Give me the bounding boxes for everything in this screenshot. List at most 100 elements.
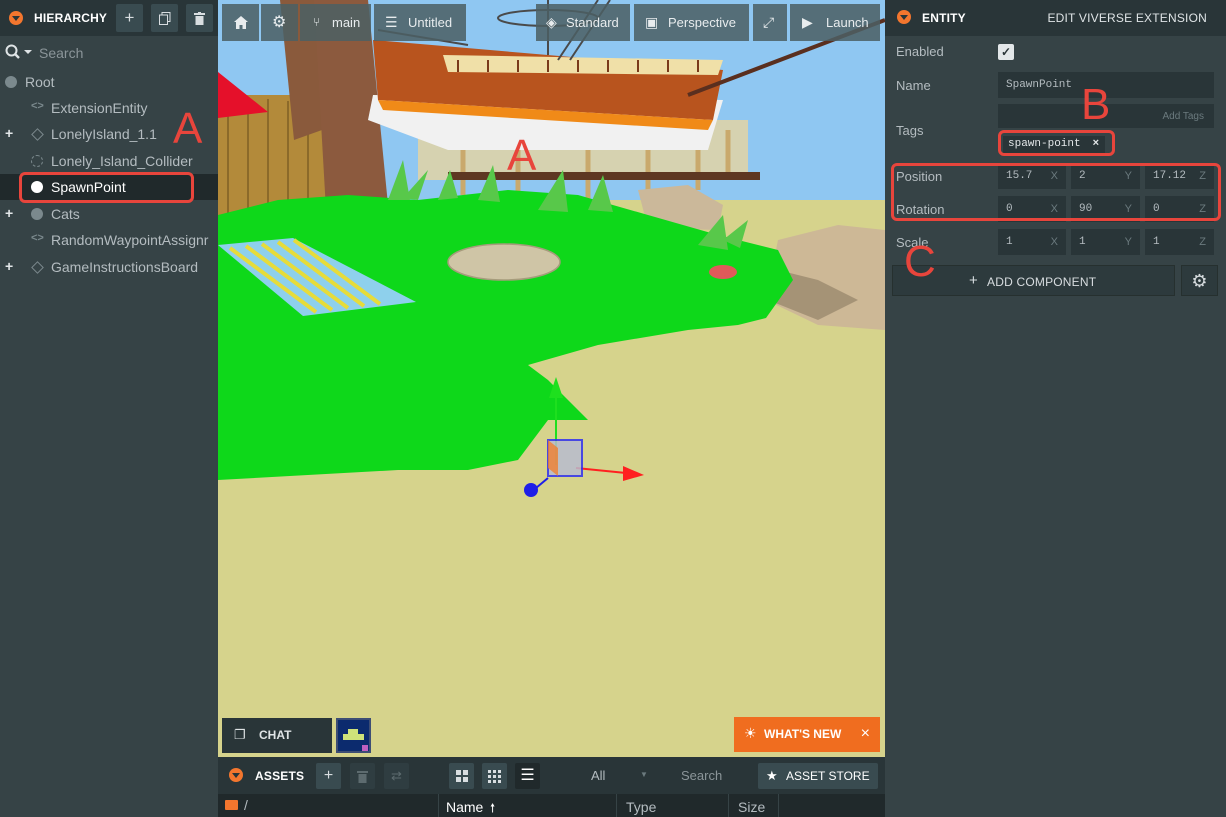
assets-header: ASSETS + ⇄ ☰ All ▼ Search ★ ASSET STORE <box>218 757 885 794</box>
asset-search-input[interactable]: Search <box>681 768 722 783</box>
settings-button[interactable]: ⚙ <box>261 4 298 41</box>
duplicate-icon <box>158 12 170 25</box>
plus-icon: + <box>969 272 978 289</box>
tree-item-label: LonelyIsland_1.1 <box>51 126 157 142</box>
tree-item-label: Lonely_Island_Collider <box>51 153 193 169</box>
small-grid-view-button[interactable] <box>482 763 507 789</box>
delete-entity-button[interactable] <box>186 4 213 32</box>
chevron-down-icon: ▼ <box>640 770 648 779</box>
model-icon <box>31 261 44 274</box>
annotation-a-viewport: A <box>507 131 537 180</box>
entity-icon <box>31 208 43 220</box>
highlight-box-transform <box>891 163 1221 221</box>
branch-icon: ⑂ <box>313 15 321 29</box>
hierarchy-title: HIERARCHY <box>34 11 108 25</box>
tree-item-gameinstructions[interactable]: + GameInstructionsBoard <box>0 254 218 280</box>
asset-type-filter[interactable]: All ▼ <box>582 763 657 789</box>
launch-label: Launch <box>826 15 869 30</box>
camera-icon: ▣ <box>645 14 659 30</box>
user-avatar[interactable] <box>336 718 371 753</box>
large-grid-view-button[interactable] <box>449 763 474 789</box>
enabled-label: Enabled <box>896 44 944 59</box>
fullscreen-button[interactable]: ⤢ <box>753 4 787 41</box>
duplicate-entity-button[interactable] <box>151 4 178 32</box>
sort-arrow-icon: 🠕 <box>490 801 496 815</box>
scale-x-value: 1 <box>1006 236 1013 248</box>
fullscreen-icon: ⤢ <box>763 14 775 30</box>
column-name[interactable]: Name <box>446 799 483 815</box>
script-icon: <> <box>31 232 44 244</box>
highlight-box-spawnpoint <box>19 172 194 203</box>
tree-item-randomwaypoint[interactable]: <> RandomWaypointAssignr <box>0 227 218 253</box>
panel-collapse-icon[interactable] <box>229 768 243 782</box>
add-entity-button[interactable]: + <box>116 4 143 32</box>
gear-icon: ⚙ <box>272 14 287 31</box>
lightbulb-icon: ☀ <box>744 725 757 741</box>
script-icon: <> <box>31 100 44 112</box>
tree-item-label: Root <box>25 74 55 90</box>
tree-item-label: ExtensionEntity <box>51 100 148 116</box>
search-input[interactable]: Search <box>39 45 83 61</box>
scene-render[interactable] <box>218 0 885 757</box>
search-icon <box>5 44 32 59</box>
scene-button[interactable]: ☰ Untitled <box>374 4 466 41</box>
entity-icon <box>5 76 17 88</box>
crab <box>709 265 737 279</box>
name-value: SpawnPoint <box>1006 79 1073 91</box>
name-label: Name <box>896 78 931 93</box>
camera-button[interactable]: ▣ Perspective <box>634 4 749 41</box>
scene-viewport[interactable]: ⚙ ⑂ main ☰ Untitled ◈ Standard ▣ Perspec… <box>218 0 885 757</box>
expand-icon[interactable]: + <box>5 205 13 221</box>
chat-label: CHAT <box>259 728 292 742</box>
branch-button[interactable]: ⑂ main <box>300 4 371 41</box>
tree-item-cats[interactable]: + Cats <box>0 201 218 227</box>
enabled-checkbox[interactable]: ✓ <box>998 44 1014 60</box>
folder-icon <box>225 800 238 810</box>
hierarchy-header: HIERARCHY + <box>0 0 218 36</box>
axis-z-label: Z <box>1199 236 1206 248</box>
tree-item-label: RandomWaypointAssignr <box>51 232 209 248</box>
asset-path[interactable]: / <box>244 797 248 813</box>
scale-y-field[interactable]: 1Y <box>1071 229 1140 255</box>
add-tags-placeholder: Add Tags <box>1162 111 1204 122</box>
render-mode-label: Standard <box>566 15 619 30</box>
model-icon <box>31 128 44 141</box>
chat-button[interactable]: ❐ CHAT <box>222 718 332 753</box>
annotation-c: C <box>904 237 936 286</box>
whats-new-label: WHAT'S NEW <box>764 727 842 741</box>
home-button[interactable] <box>222 4 259 41</box>
cube-icon: ◈ <box>546 14 557 30</box>
column-type[interactable]: Type <box>626 799 656 815</box>
panel-collapse-icon[interactable] <box>897 10 911 24</box>
component-settings-button[interactable]: ⚙ <box>1181 265 1218 296</box>
scale-x-field[interactable]: 1X <box>998 229 1066 255</box>
inspector-header: ENTITY EDIT VIVERSE EXTENSION <box>885 0 1226 36</box>
panel-collapse-icon[interactable] <box>9 11 23 25</box>
scale-z-field[interactable]: 1Z <box>1145 229 1214 255</box>
column-size[interactable]: Size <box>738 799 765 815</box>
collider-icon <box>31 155 43 167</box>
assets-column-header: / Name 🠕 Type Size <box>218 794 885 817</box>
hierarchy-search[interactable]: Search <box>0 38 218 68</box>
axis-y-label: Y <box>1124 236 1132 248</box>
edit-extension-link[interactable]: EDIT VIVERSE EXTENSION <box>1047 11 1207 25</box>
asset-store-button[interactable]: ★ ASSET STORE <box>758 763 878 789</box>
add-asset-button[interactable]: + <box>316 763 341 789</box>
expand-icon[interactable]: + <box>5 125 13 141</box>
list-view-button[interactable]: ☰ <box>515 763 540 789</box>
asset-search[interactable]: Search <box>671 763 751 789</box>
render-mode-button[interactable]: ◈ Standard <box>536 4 630 41</box>
stone <box>447 243 561 281</box>
assets-title: ASSETS <box>255 769 305 783</box>
close-icon[interactable]: × <box>861 725 870 743</box>
expand-icon[interactable]: + <box>5 258 13 274</box>
launch-button[interactable]: ▶ Launch <box>790 4 880 41</box>
annotation-b: B <box>1081 80 1111 129</box>
inspector-panel: ENTITY EDIT VIVERSE EXTENSION Enabled ✓ … <box>885 0 1226 817</box>
move-asset-button[interactable]: ⇄ <box>384 763 409 789</box>
list-icon: ☰ <box>385 14 398 30</box>
delete-asset-button[interactable] <box>350 763 375 789</box>
whats-new-banner[interactable]: ☀ WHAT'S NEW × <box>734 717 880 752</box>
play-icon: ▶ <box>802 14 813 30</box>
tree-item-root[interactable]: Root <box>0 69 218 95</box>
